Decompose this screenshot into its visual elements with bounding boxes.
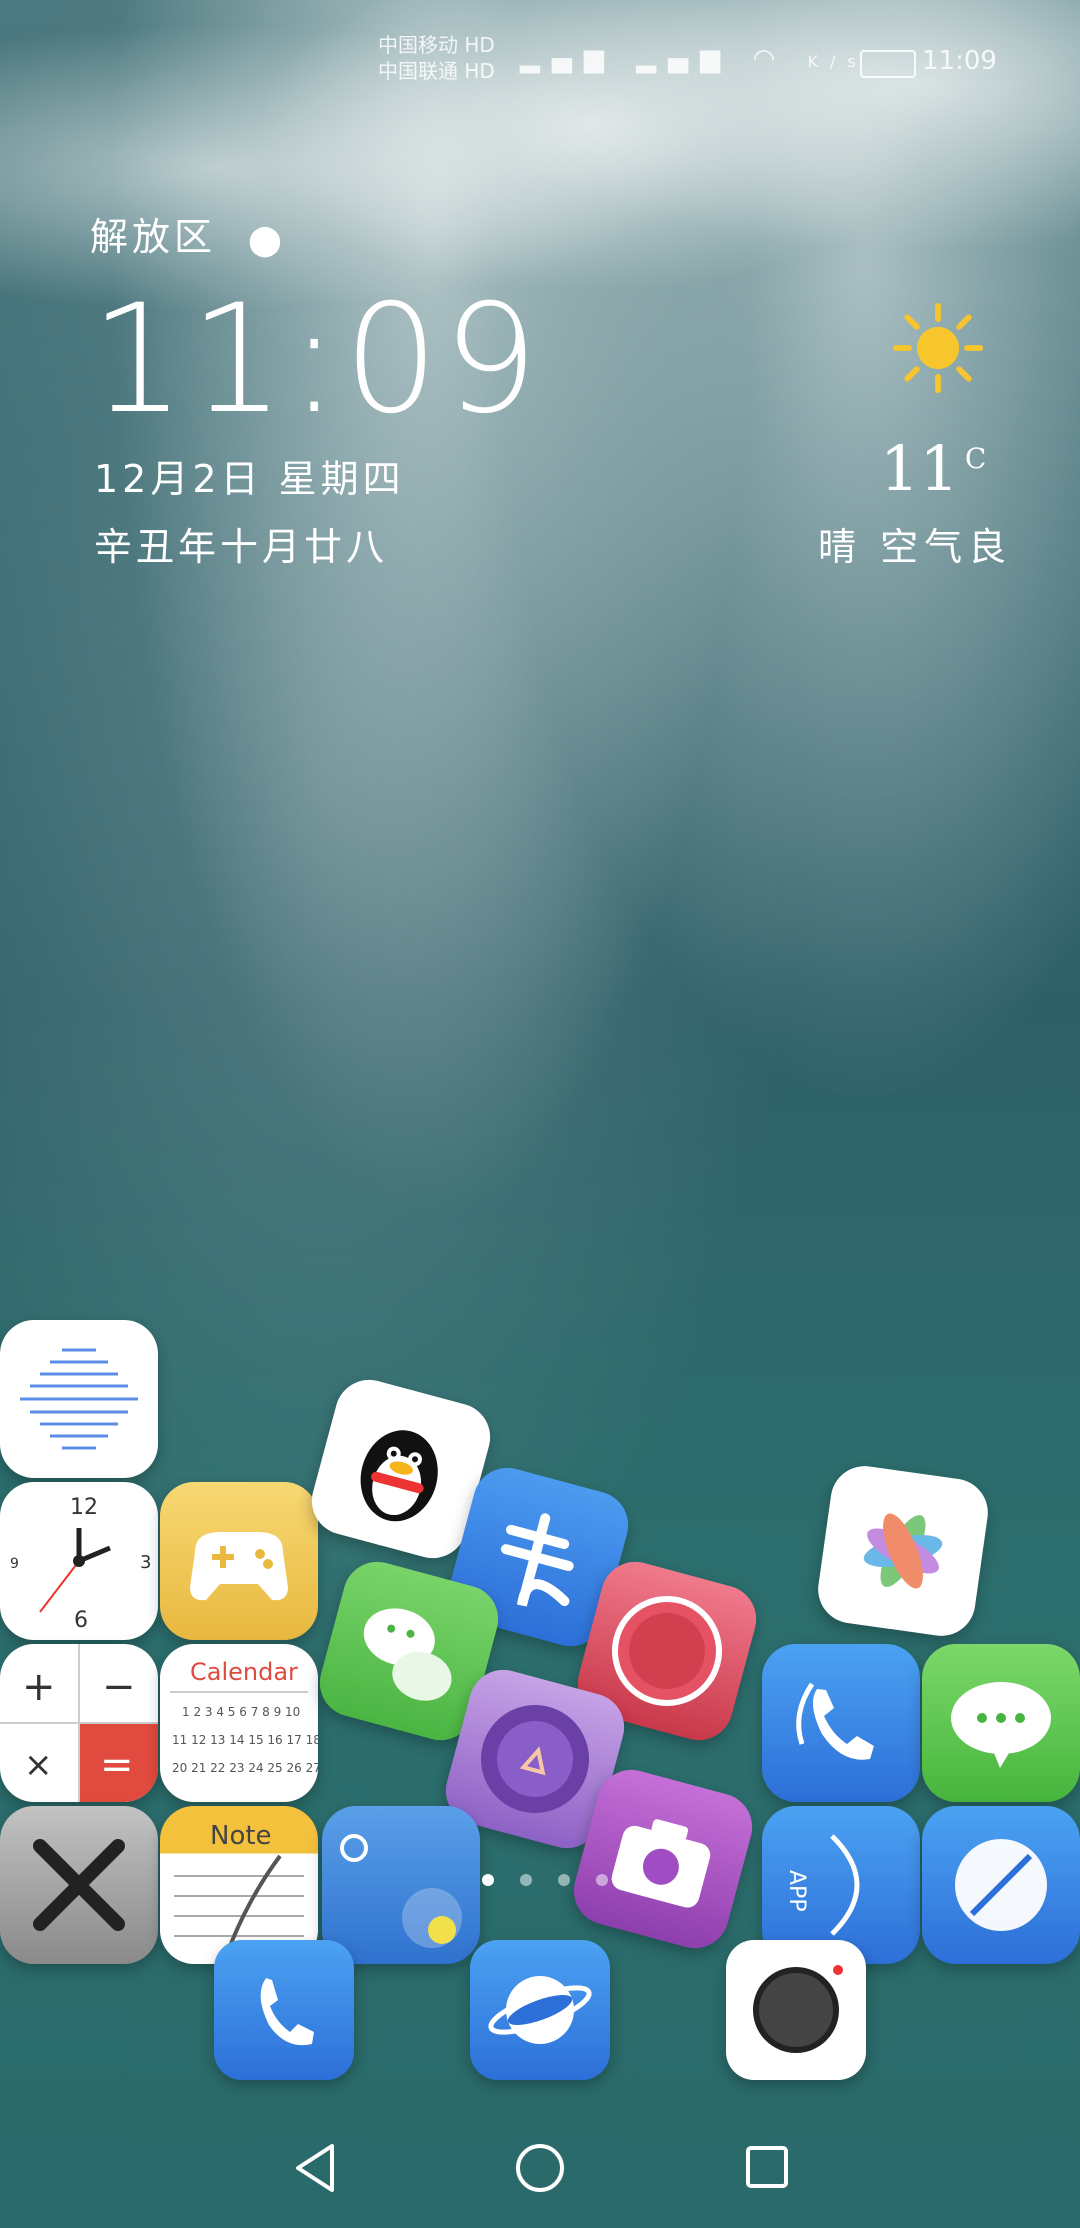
temperature-value: 11 <box>880 432 959 505</box>
phone-icon <box>260 1978 314 2046</box>
page-dot-2[interactable] <box>520 1874 532 1886</box>
svg-text:Calendar: Calendar <box>190 1658 298 1686</box>
calculator-app[interactable]: + − × = <box>0 1644 158 1802</box>
location[interactable]: 解放区 ⬤ <box>90 206 286 261</box>
carrier-1: 中国移动 HD <box>378 33 495 57</box>
page-dot-4[interactable] <box>596 1874 608 1886</box>
recents-button[interactable] <box>742 2138 792 2198</box>
planet-icon <box>488 1976 592 2044</box>
clock-app[interactable]: 12 6 3 9 <box>0 1482 158 1640</box>
dock-phone-app[interactable] <box>214 1940 354 2080</box>
signal-icon: ▂▄▆ <box>520 44 616 74</box>
svg-text:11 12 13 14 15 16 17 18 19: 11 12 13 14 15 16 17 18 19 <box>172 1733 318 1747</box>
svg-text:+: + <box>22 1664 56 1710</box>
waveform-icon <box>20 1348 138 1450</box>
petals-icon <box>863 1513 943 1589</box>
call-icon <box>796 1682 874 1760</box>
weather-summary: 晴 空气良 <box>818 525 1013 569</box>
svg-text:Note: Note <box>210 1821 272 1851</box>
tools-app[interactable] <box>0 1806 158 1964</box>
calendar-app[interactable]: Calendar 1 2 3 4 5 6 7 8 9 10 11 12 13 1… <box>160 1644 318 1802</box>
page-indicator[interactable] <box>482 1874 608 1886</box>
svg-text:APP: APP <box>784 1870 809 1912</box>
sun-icon <box>892 302 984 394</box>
signal-icon-2: ▂▄▆ <box>636 44 733 74</box>
gallery-app[interactable] <box>813 1461 993 1641</box>
dock-browser-app[interactable] <box>470 1940 610 2080</box>
page-dot-1[interactable] <box>482 1874 494 1886</box>
messages-app[interactable] <box>922 1644 1080 1802</box>
svg-text:3: 3 <box>140 1552 151 1573</box>
carrier-2: 中国联通 HD <box>378 59 495 83</box>
clock-time: 11:09 <box>90 273 543 447</box>
signal-icons: ▂▄▆ ▂▄▆ ◠ K/s <box>520 44 868 74</box>
voice-recorder-app[interactable] <box>0 1320 158 1478</box>
status-bar: 中国移动 HD 中国联通 HD ▂▄▆ ▂▄▆ ◠ K/s 11:09 <box>0 22 1080 92</box>
svg-text:=: = <box>100 1742 134 1788</box>
svg-text:−: − <box>102 1664 136 1710</box>
tools-icon <box>33 1839 125 1931</box>
carrier-info: 中国移动 HD 中国联通 HD <box>378 32 495 84</box>
back-button[interactable] <box>290 2138 340 2198</box>
svg-text:1 2 3 4 5 6 7 8 9 10: 1 2 3 4 5 6 7 8 9 10 <box>182 1705 300 1719</box>
svg-text:6: 6 <box>74 1608 88 1633</box>
location-pin-icon: ⬤ <box>248 223 286 258</box>
svg-text:20 21 22 23 24 25 26 27 28: 20 21 22 23 24 25 26 27 28 <box>172 1761 318 1775</box>
game-center-app[interactable] <box>160 1482 318 1640</box>
home-button[interactable] <box>514 2138 566 2198</box>
page-dot-3[interactable] <box>558 1874 570 1886</box>
calculator-icon: + − × = <box>0 1644 158 1802</box>
date-label: 12月2日 星期四 <box>94 457 405 501</box>
wifi-icon: ◠ <box>752 44 788 74</box>
call-app[interactable] <box>762 1644 920 1802</box>
temperature-unit: C <box>964 442 987 476</box>
temperature: 11 C <box>880 432 986 505</box>
svg-text:12: 12 <box>70 1495 98 1520</box>
calendar-icon: Calendar 1 2 3 4 5 6 7 8 9 10 11 12 13 1… <box>170 1658 318 1775</box>
svg-text:9: 9 <box>10 1556 19 1572</box>
speed-text: K/s <box>807 52 868 71</box>
gamepad-icon <box>190 1532 288 1601</box>
compass-icon <box>955 1839 1047 1931</box>
navigation-bar <box>0 2108 1080 2228</box>
dock-camera-app[interactable] <box>726 1940 866 2080</box>
clock-icon: 12 6 3 9 <box>10 1495 151 1633</box>
battery-icon <box>860 50 916 78</box>
shutter-icon <box>753 1965 843 2053</box>
compass-app[interactable] <box>922 1806 1080 1964</box>
status-time: 11:09 <box>922 46 997 76</box>
message-icon <box>951 1682 1051 1768</box>
lunar-date: 辛丑年十月廿八 <box>94 525 389 569</box>
svg-text:×: × <box>24 1745 53 1785</box>
location-label: 解放区 <box>90 215 217 259</box>
